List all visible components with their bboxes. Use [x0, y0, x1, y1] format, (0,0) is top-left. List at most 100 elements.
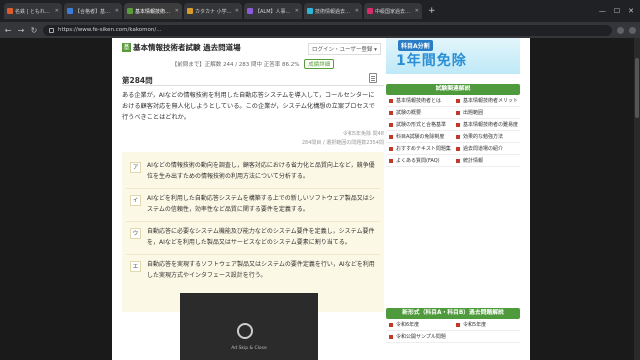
- sidebar-link[interactable]: 基本情報技術者とは: [386, 95, 453, 107]
- sidebar-link[interactable]: 令和5年度: [453, 319, 520, 331]
- promo-banner[interactable]: 科目A分割 1年間免除: [386, 38, 520, 74]
- reload-icon[interactable]: ↻: [30, 26, 38, 35]
- sidebar-link-label: おすすめテキスト問題集: [396, 146, 451, 152]
- question-count: 284問目 / 選択範囲の問題数2354問: [301, 140, 384, 146]
- sidebar-link[interactable]: 基本情報技術者メリット: [453, 95, 520, 107]
- choice-text: AIなどの情報技術の動向を調査し，顧客対応における省力化と品質向上など，競争優位…: [147, 162, 375, 180]
- past-exam-links: 令和6年度 令和5年度令和公開サンプル問題: [386, 319, 520, 343]
- tab-close-icon[interactable]: ✕: [295, 8, 299, 14]
- favicon-icon: [187, 8, 193, 14]
- tab-label: 【ALM】人事部向け: [255, 8, 293, 15]
- scrollbar-thumb[interactable]: [635, 58, 639, 118]
- extension-icon[interactable]: [617, 26, 624, 34]
- back-icon[interactable]: ←: [4, 26, 12, 35]
- sidebar-link[interactable]: 令和公開サンプル問題: [386, 331, 453, 343]
- close-window-icon[interactable]: ✕: [628, 7, 634, 15]
- sidebar-link[interactable]: 令和6年度: [386, 319, 453, 331]
- exam-info-section: 試験関連解説 基本情報技術者とは 基本情報技術者メリット 試験の概要 出題範囲 試験の形…: [386, 84, 520, 167]
- sidebar-link[interactable]: 出題範囲: [453, 107, 520, 119]
- choice-text: 自動応答を実現するソフトウェア製品又はシステムの要件定義を行い，AIなどを利用し…: [147, 261, 375, 279]
- url-field[interactable]: https://www.fe-siken.com/kakomon/...: [43, 24, 612, 36]
- browser-tab[interactable]: 基本情報技術者試験過去問✕: [124, 3, 182, 19]
- bullet-icon: [389, 110, 393, 115]
- bullet-icon: [456, 158, 460, 163]
- browser-tab[interactable]: 中級国家過去問題 ✕: [364, 3, 422, 19]
- replay-icon[interactable]: [237, 323, 253, 339]
- sidebar-link[interactable]: 基本情報技術者の難易度: [453, 119, 520, 131]
- forward-icon[interactable]: →: [17, 26, 25, 35]
- sidebar-link[interactable]: 試験の形式と合格基準: [386, 119, 453, 131]
- lock-icon: [49, 27, 54, 33]
- memo-icon[interactable]: [369, 73, 377, 83]
- bullet-icon: [389, 334, 393, 339]
- choice-text: AIなどを利用した自動応答システムを構築する上での新しいソフトウェア製品又はシス…: [147, 195, 375, 213]
- sidebar-link[interactable]: 過去問道場の紹介: [453, 143, 520, 155]
- browser-tab[interactable]: 技術情報過去問題集✕: [304, 3, 362, 19]
- browser-tab[interactable]: カタカナ 小学校過去問✕: [184, 3, 242, 19]
- choice-letter[interactable]: エ: [130, 261, 141, 272]
- video-ad[interactable]: Ad Skip & Close: [180, 293, 318, 360]
- page-content: 基 基本情報技術者試験 過去問道場 ログイン・ユーザー登録 ▾ 【前問まで】正解…: [112, 38, 530, 360]
- bullet-icon: [456, 122, 460, 127]
- sidebar-link-label: 試験の形式と合格基準: [396, 122, 447, 128]
- bullet-icon: [456, 98, 460, 103]
- new-tab-button[interactable]: +: [424, 6, 440, 16]
- sidebar-link[interactable]: よくある質問(FAQ): [386, 155, 453, 167]
- tab-close-icon[interactable]: ✕: [415, 8, 419, 14]
- score-stats: 【前問まで】正解数 244 / 283 問中 正答率 86.2% 成績詳細: [122, 59, 384, 69]
- bullet-icon: [389, 134, 393, 139]
- past-exams-section: 新形式（科目A・科目B）過去問題解説 令和6年度 令和5年度令和公開サンプル問題: [386, 308, 520, 343]
- question-meta: 令和5年免除 問48 284問目 / 選択範囲の問題数2354問: [302, 130, 384, 148]
- tab-close-icon[interactable]: ✕: [235, 8, 239, 14]
- section-heading: 新形式（科目A・科目B）過去問題解説: [386, 308, 520, 319]
- sidebar-link[interactable]: 効果的な勉強方法: [453, 131, 520, 143]
- favicon-icon: [307, 8, 313, 14]
- profile-avatar[interactable]: [629, 26, 636, 34]
- tab-close-icon[interactable]: ✕: [355, 8, 359, 14]
- ad-caption: Ad Skip & Close: [231, 346, 267, 351]
- bullet-icon: [389, 98, 393, 103]
- sidebar-link[interactable]: おすすめテキスト問題集: [386, 143, 453, 155]
- score-stats-text: 【前問まで】正解数 244 / 283 問中 正答率 86.2%: [171, 62, 300, 68]
- tab-close-icon[interactable]: ✕: [115, 8, 119, 14]
- site-logo-icon[interactable]: 基: [122, 43, 131, 52]
- sidebar-link-label: 効果的な勉強方法: [463, 134, 504, 140]
- url-text: https://www.fe-siken.com/kakomon/...: [58, 27, 162, 33]
- bullet-icon: [456, 322, 460, 327]
- score-detail-button[interactable]: 成績詳細: [304, 59, 335, 69]
- favicon-icon: [247, 8, 253, 14]
- tab-label: 【合格者】基本情報技術者: [75, 8, 113, 15]
- choice-d[interactable]: エ 自動応答を実現するソフトウェア製品又はシステムの要件定義を行い，AIなどを利…: [126, 255, 380, 287]
- maximize-icon[interactable]: ☐: [614, 7, 620, 15]
- sidebar-link-label: 基本情報技術者の難易度: [463, 122, 519, 128]
- choice-a[interactable]: ア AIなどの情報技術の動向を調査し，顧客対応における省力化と品質向上など，競争…: [126, 156, 380, 189]
- choice-letter[interactable]: イ: [130, 195, 141, 206]
- choice-letter[interactable]: ア: [130, 162, 141, 173]
- sidebar-link[interactable]: 試験の概要: [386, 107, 453, 119]
- choice-c[interactable]: ウ 自動応答に必要なシステム機能及び能力などのシステム要件を定義し，システム要件…: [126, 222, 380, 255]
- favicon-icon: [367, 8, 373, 14]
- sidebar-link-label: 統計情報: [463, 158, 484, 164]
- page-viewport: 基 基本情報技術者試験 過去問道場 ログイン・ユーザー登録 ▾ 【前問まで】正解…: [0, 38, 640, 360]
- sidebar-link[interactable]: [453, 331, 520, 343]
- minimize-icon[interactable]: —: [599, 7, 606, 15]
- sidebar-link-label: 令和6年度: [396, 322, 420, 328]
- browser-tab[interactable]: 【ALM】人事部向け✕: [244, 3, 302, 19]
- choice-b[interactable]: イ AIなどを利用した自動応答システムを構築する上での新しいソフトウェア製品又は…: [126, 189, 380, 222]
- sidebar-link[interactable]: 科目A試験の免除制度: [386, 131, 453, 143]
- tab-close-icon[interactable]: ✕: [55, 8, 59, 14]
- browser-tab[interactable]: 【合格者】基本情報技術者✕: [64, 3, 122, 19]
- favicon-icon: [127, 8, 133, 14]
- window-controls: — ☐ ✕: [599, 7, 640, 15]
- choice-letter[interactable]: ウ: [130, 228, 141, 239]
- site-title[interactable]: 基本情報技術者試験 過去問道場: [133, 42, 241, 53]
- sidebar-link-label: 出題範囲: [463, 110, 484, 116]
- tab-close-icon[interactable]: ✕: [175, 8, 179, 14]
- sidebar-link[interactable]: 統計情報: [453, 155, 520, 167]
- browser-tab[interactable]: 名鉄 | ともれる 家族を持って✕: [4, 3, 62, 19]
- tab-label: 基本情報技術者試験過去問: [135, 8, 173, 15]
- scrollbar[interactable]: [634, 38, 640, 360]
- sidebar-link-label: 令和5年度: [463, 322, 487, 328]
- tab-label: 技術情報過去問題集: [315, 8, 353, 15]
- login-register-button[interactable]: ログイン・ユーザー登録 ▾: [308, 43, 381, 55]
